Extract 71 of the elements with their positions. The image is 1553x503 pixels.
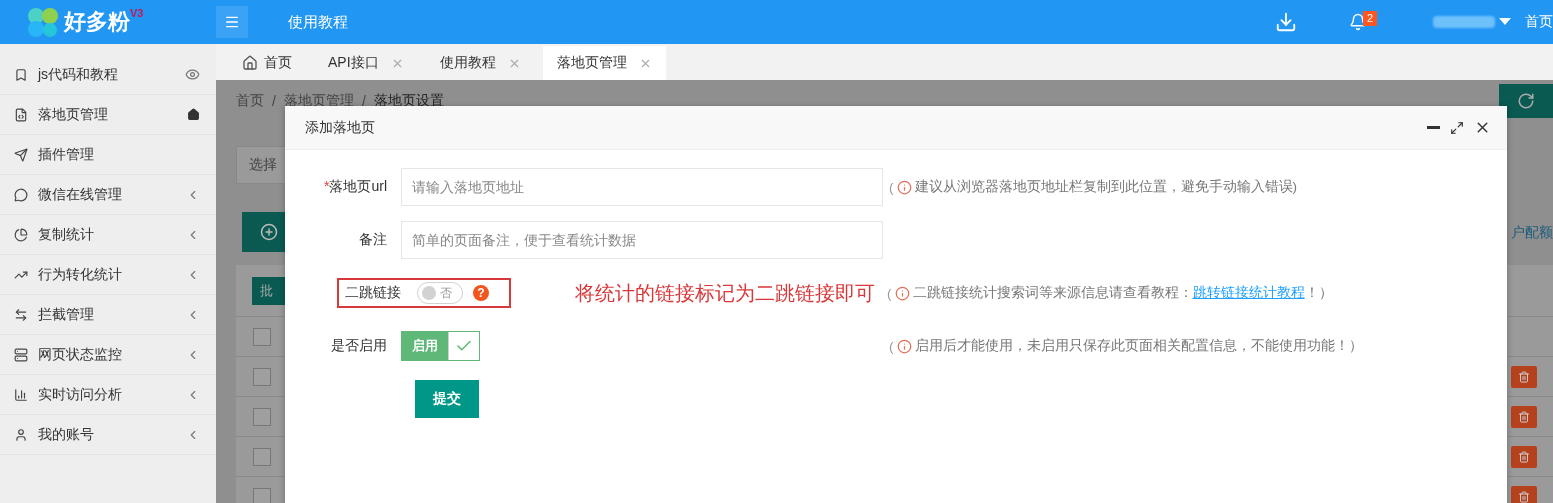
submit-button[interactable]: 提交 bbox=[415, 380, 479, 418]
code-file-icon bbox=[14, 107, 28, 122]
version-label: V3 bbox=[130, 7, 144, 19]
field-label: *落地页url bbox=[323, 178, 388, 196]
pie-chart-icon bbox=[14, 227, 28, 242]
eye-icon[interactable] bbox=[185, 67, 200, 82]
field-label: 二跳链接 bbox=[344, 284, 402, 302]
hint-paren: ( bbox=[889, 338, 894, 354]
arrows-icon bbox=[14, 307, 28, 322]
bar-chart-icon bbox=[14, 387, 28, 402]
bell-icon bbox=[1349, 13, 1367, 31]
refresh-icon bbox=[1517, 92, 1535, 110]
delete-button[interactable] bbox=[1511, 365, 1537, 388]
tab[interactable]: 使用教程 bbox=[425, 46, 535, 80]
text-input[interactable]: 简单的页面备注，便于查看统计数据 bbox=[401, 221, 883, 259]
checkbox[interactable] bbox=[253, 327, 271, 346]
required-mark: * bbox=[324, 178, 330, 194]
checkbox[interactable] bbox=[253, 407, 271, 426]
add-button[interactable] bbox=[242, 212, 285, 252]
maximize-icon bbox=[1450, 120, 1464, 135]
caret-icon[interactable] bbox=[1499, 18, 1511, 26]
tab[interactable]: 落地页管理 bbox=[542, 46, 666, 80]
tab[interactable]: API接口 bbox=[314, 46, 418, 80]
info-icon bbox=[896, 179, 912, 195]
breadcrumb-item: / bbox=[361, 93, 366, 109]
trash-icon bbox=[1518, 410, 1530, 423]
sidebar-item[interactable]: 落地页管理 bbox=[0, 95, 216, 135]
field-label: 备注 bbox=[358, 231, 388, 249]
server-icon bbox=[14, 347, 28, 362]
tab[interactable]: 首页 bbox=[228, 46, 306, 80]
logo-text: 好多粉 bbox=[64, 8, 130, 36]
bookmark-icon bbox=[14, 67, 28, 82]
hint-text: 启用后才能使用，未启用只保存此页面相关配置信息，不能使用功能！） bbox=[914, 337, 1363, 355]
delete-button[interactable] bbox=[1511, 485, 1537, 503]
home-icon bbox=[187, 108, 200, 121]
plus-circle-icon bbox=[260, 223, 278, 241]
notification-badge: 2 bbox=[1363, 11, 1378, 26]
batch-button[interactable]: 批 bbox=[252, 277, 285, 305]
user-icon bbox=[14, 427, 28, 442]
trash-icon bbox=[1518, 450, 1530, 463]
breadcrumb-item: / bbox=[272, 93, 276, 109]
home-icon bbox=[242, 55, 258, 71]
maximize-button[interactable] bbox=[1450, 120, 1464, 135]
hint-text: 二跳链接统计搜索词等来源信息请查看教程：跳转链接统计教程！） bbox=[912, 284, 1333, 302]
checkbox[interactable] bbox=[253, 487, 271, 503]
field-label: 是否启用 bbox=[330, 337, 388, 355]
delete-button[interactable] bbox=[1511, 405, 1537, 428]
account-select[interactable]: 选择 bbox=[236, 146, 285, 184]
checkbox[interactable] bbox=[253, 447, 271, 466]
menu-button[interactable] bbox=[216, 6, 248, 38]
delete-button[interactable] bbox=[1511, 445, 1537, 468]
trash-icon bbox=[1518, 370, 1530, 383]
hint-paren: ( bbox=[889, 179, 894, 195]
text-input[interactable]: 请输入落地页地址 bbox=[401, 168, 883, 206]
download-icon bbox=[1275, 11, 1297, 33]
info-icon bbox=[896, 338, 912, 354]
refresh-button[interactable] bbox=[1499, 84, 1553, 118]
menu-icon bbox=[224, 14, 240, 30]
dialog-title: 添加落地页 bbox=[305, 118, 376, 137]
download-button[interactable] bbox=[1275, 11, 1297, 33]
quota-text: 户配额 bbox=[1511, 224, 1553, 242]
header-title: 使用教程 bbox=[288, 12, 348, 32]
annotation-text: 将统计的链接标记为二跳链接即可 bbox=[575, 280, 876, 306]
hint-paren: ( bbox=[887, 285, 892, 301]
logo-icon bbox=[26, 5, 60, 39]
trash-icon bbox=[1518, 490, 1530, 503]
checkbox[interactable] bbox=[253, 367, 271, 386]
hint-text: 建议从浏览器落地页地址栏复制到此位置，避免手动输入错误) bbox=[914, 178, 1297, 196]
info-icon bbox=[894, 285, 910, 301]
minimize-icon bbox=[1427, 126, 1440, 129]
paper-plane-icon bbox=[14, 147, 28, 162]
